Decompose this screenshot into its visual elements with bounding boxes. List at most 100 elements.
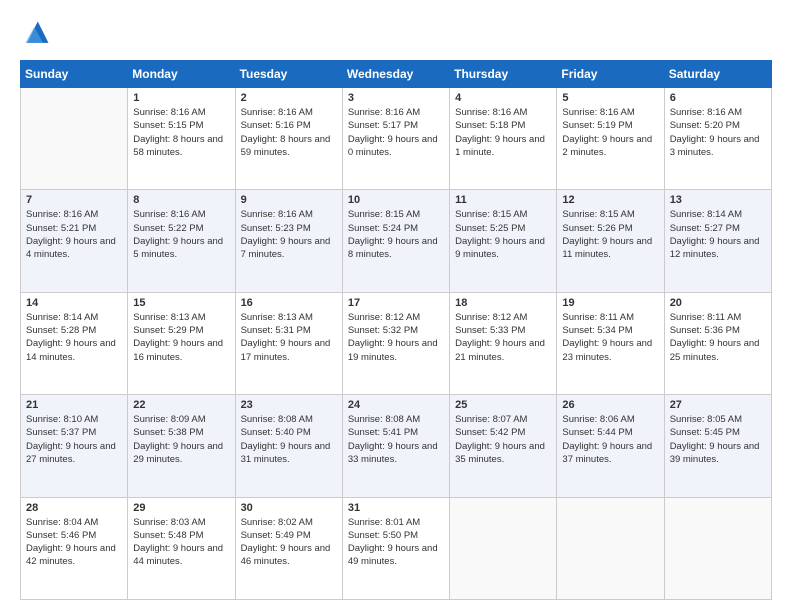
day-info: Sunrise: 8:13 AMSunset: 5:31 PMDaylight:… <box>241 311 337 364</box>
calendar-cell: 7 Sunrise: 8:16 AMSunset: 5:21 PMDaylight… <box>21 190 128 292</box>
day-number: 7 <box>26 194 122 206</box>
calendar-cell: 26 Sunrise: 8:06 AMSunset: 5:44 PMDayligh… <box>557 395 664 497</box>
day-info: Sunrise: 8:16 AMSunset: 5:21 PMDaylight:… <box>26 208 122 261</box>
day-info: Sunrise: 8:06 AMSunset: 5:44 PMDaylight:… <box>562 413 658 466</box>
calendar-cell <box>557 497 664 599</box>
day-info: Sunrise: 8:16 AMSunset: 5:19 PMDaylight:… <box>562 106 658 159</box>
day-number: 12 <box>562 194 658 206</box>
day-info: Sunrise: 8:16 AMSunset: 5:22 PMDaylight:… <box>133 208 229 261</box>
calendar-cell: 10Sunrise: 8:15 AMSunset: 5:24 PMDayligh… <box>342 190 449 292</box>
calendar-cell <box>21 88 128 190</box>
day-number: 5 <box>562 92 658 104</box>
weekday-header-monday: Monday <box>128 61 235 88</box>
calendar-cell: 15 Sunrise: 8:13 AMSunset: 5:29 PMDayligh… <box>128 292 235 394</box>
calendar-cell: 29 Sunrise: 8:03 AMSunset: 5:48 PMDayligh… <box>128 497 235 599</box>
day-number: 13 <box>670 194 766 206</box>
calendar-cell: 17 Sunrise: 8:12 AMSunset: 5:32 PMDayligh… <box>342 292 449 394</box>
weekday-header-wednesday: Wednesday <box>342 61 449 88</box>
calendar-cell: 6 Sunrise: 8:16 AMSunset: 5:20 PMDaylight… <box>664 88 771 190</box>
calendar-cell: 9 Sunrise: 8:16 AMSunset: 5:23 PMDaylight… <box>235 190 342 292</box>
calendar-cell: 14Sunrise: 8:14 AMSunset: 5:28 PMDayligh… <box>21 292 128 394</box>
calendar-cell: 21 Sunrise: 8:10 AMSunset: 5:37 PMDayligh… <box>21 395 128 497</box>
calendar-cell: 12 Sunrise: 8:15 AMSunset: 5:26 PMDayligh… <box>557 190 664 292</box>
week-row-4: 21 Sunrise: 8:10 AMSunset: 5:37 PMDayligh… <box>21 395 772 497</box>
day-info: Sunrise: 8:08 AMSunset: 5:41 PMDaylight:… <box>348 413 444 466</box>
day-info: Sunrise: 8:04 AMSunset: 5:46 PMDaylight:… <box>26 516 122 569</box>
calendar-cell: 28 Sunrise: 8:04 AMSunset: 5:46 PMDayligh… <box>21 497 128 599</box>
calendar-cell: 16 Sunrise: 8:13 AMSunset: 5:31 PMDayligh… <box>235 292 342 394</box>
day-number: 22 <box>133 399 229 411</box>
calendar-cell: 3Sunrise: 8:16 AMSunset: 5:17 PMDaylight… <box>342 88 449 190</box>
calendar-cell: 1 Sunrise: 8:16 AMSunset: 5:15 PMDaylight… <box>128 88 235 190</box>
day-number: 16 <box>241 297 337 309</box>
day-number: 11 <box>455 194 551 206</box>
day-info: Sunrise: 8:15 AMSunset: 5:26 PMDaylight:… <box>562 208 658 261</box>
day-number: 28 <box>26 502 122 514</box>
day-info: Sunrise: 8:05 AMSunset: 5:45 PMDaylight:… <box>670 413 766 466</box>
day-number: 17 <box>348 297 444 309</box>
logo <box>20 18 56 50</box>
weekday-header-friday: Friday <box>557 61 664 88</box>
calendar-cell: 13 Sunrise: 8:14 AMSunset: 5:27 PMDayligh… <box>664 190 771 292</box>
calendar-table: SundayMondayTuesdayWednesdayThursdayFrid… <box>20 60 772 600</box>
day-number: 15 <box>133 297 229 309</box>
day-number: 9 <box>241 194 337 206</box>
day-number: 3 <box>348 92 444 104</box>
day-number: 29 <box>133 502 229 514</box>
day-info: Sunrise: 8:11 AMSunset: 5:36 PMDaylight:… <box>670 311 766 364</box>
calendar-cell: 11 Sunrise: 8:15 AMSunset: 5:25 PMDayligh… <box>450 190 557 292</box>
day-info: Sunrise: 8:16 AMSunset: 5:15 PMDaylight:… <box>133 106 229 159</box>
weekday-header-row: SundayMondayTuesdayWednesdayThursdayFrid… <box>21 61 772 88</box>
calendar-cell: 27 Sunrise: 8:05 AMSunset: 5:45 PMDayligh… <box>664 395 771 497</box>
day-number: 20 <box>670 297 766 309</box>
day-number: 6 <box>670 92 766 104</box>
day-number: 27 <box>670 399 766 411</box>
day-number: 19 <box>562 297 658 309</box>
calendar-cell: 31 Sunrise: 8:01 AMSunset: 5:50 PMDayligh… <box>342 497 449 599</box>
day-info: Sunrise: 8:12 AMSunset: 5:32 PMDaylight:… <box>348 311 444 364</box>
calendar-cell <box>450 497 557 599</box>
day-info: Sunrise: 8:02 AMSunset: 5:49 PMDaylight:… <box>241 516 337 569</box>
day-info: Sunrise: 8:12 AMSunset: 5:33 PMDaylight:… <box>455 311 551 364</box>
day-number: 1 <box>133 92 229 104</box>
day-info: Sunrise: 8:14 AMSunset: 5:27 PMDaylight:… <box>670 208 766 261</box>
day-number: 2 <box>241 92 337 104</box>
day-info: Sunrise: 8:10 AMSunset: 5:37 PMDaylight:… <box>26 413 122 466</box>
weekday-header-saturday: Saturday <box>664 61 771 88</box>
day-number: 30 <box>241 502 337 514</box>
weekday-header-sunday: Sunday <box>21 61 128 88</box>
day-number: 24 <box>348 399 444 411</box>
calendar-cell: 25Sunrise: 8:07 AMSunset: 5:42 PMDayligh… <box>450 395 557 497</box>
day-number: 31 <box>348 502 444 514</box>
day-number: 21 <box>26 399 122 411</box>
week-row-2: 7 Sunrise: 8:16 AMSunset: 5:21 PMDaylight… <box>21 190 772 292</box>
logo-icon <box>20 18 52 50</box>
day-number: 23 <box>241 399 337 411</box>
calendar-cell: 5 Sunrise: 8:16 AMSunset: 5:19 PMDaylight… <box>557 88 664 190</box>
day-number: 8 <box>133 194 229 206</box>
calendar-cell: 23Sunrise: 8:08 AMSunset: 5:40 PMDayligh… <box>235 395 342 497</box>
week-row-1: 1 Sunrise: 8:16 AMSunset: 5:15 PMDaylight… <box>21 88 772 190</box>
day-info: Sunrise: 8:16 AMSunset: 5:16 PMDaylight:… <box>241 106 337 159</box>
week-row-5: 28 Sunrise: 8:04 AMSunset: 5:46 PMDayligh… <box>21 497 772 599</box>
day-number: 10 <box>348 194 444 206</box>
day-info: Sunrise: 8:16 AMSunset: 5:23 PMDaylight:… <box>241 208 337 261</box>
calendar-cell: 30 Sunrise: 8:02 AMSunset: 5:49 PMDayligh… <box>235 497 342 599</box>
day-info: Sunrise: 8:16 AMSunset: 5:20 PMDaylight:… <box>670 106 766 159</box>
header <box>20 18 772 50</box>
day-info: Sunrise: 8:11 AMSunset: 5:34 PMDaylight:… <box>562 311 658 364</box>
day-number: 4 <box>455 92 551 104</box>
day-number: 25 <box>455 399 551 411</box>
day-number: 26 <box>562 399 658 411</box>
day-info: Sunrise: 8:01 AMSunset: 5:50 PMDaylight:… <box>348 516 444 569</box>
day-number: 14 <box>26 297 122 309</box>
calendar-cell <box>664 497 771 599</box>
calendar-cell: 4 Sunrise: 8:16 AMSunset: 5:18 PMDaylight… <box>450 88 557 190</box>
day-info: Sunrise: 8:16 AMSunset: 5:18 PMDaylight:… <box>455 106 551 159</box>
day-info: Sunrise: 8:03 AMSunset: 5:48 PMDaylight:… <box>133 516 229 569</box>
day-info: Sunrise: 8:13 AMSunset: 5:29 PMDaylight:… <box>133 311 229 364</box>
calendar-cell: 19 Sunrise: 8:11 AMSunset: 5:34 PMDayligh… <box>557 292 664 394</box>
day-info: Sunrise: 8:15 AMSunset: 5:25 PMDaylight:… <box>455 208 551 261</box>
calendar-cell: 22Sunrise: 8:09 AMSunset: 5:38 PMDayligh… <box>128 395 235 497</box>
calendar-cell: 2 Sunrise: 8:16 AMSunset: 5:16 PMDaylight… <box>235 88 342 190</box>
